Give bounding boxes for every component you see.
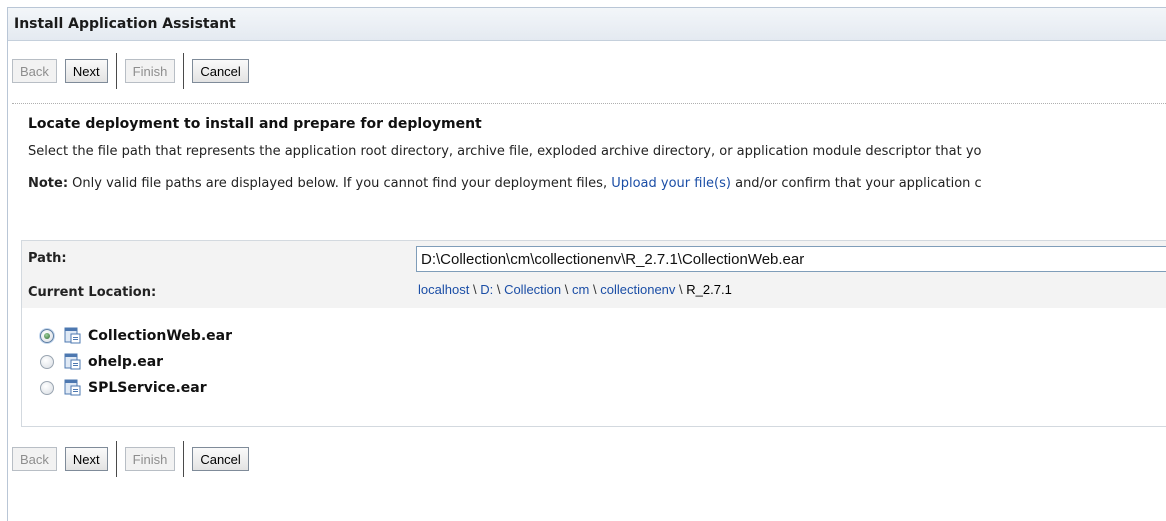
archive-file-icon: [64, 353, 81, 370]
file-name: ohelp.ear: [88, 354, 164, 370]
description-text: Select the file path that represents the…: [28, 144, 982, 159]
divider: [12, 103, 1166, 104]
finish-button[interactable]: Finish: [124, 59, 176, 83]
file-radio[interactable]: [40, 381, 54, 395]
cancel-button[interactable]: Cancel: [192, 447, 249, 471]
breadcrumb: localhost \ D: \ Collection \ cm \ colle…: [418, 282, 732, 297]
crumb-cm[interactable]: cm: [572, 282, 589, 297]
file-radio[interactable]: [40, 355, 54, 369]
note-text-after: and/or confirm that your application c: [730, 176, 982, 191]
section-heading: Locate deployment to install and prepare…: [28, 116, 482, 132]
list-item[interactable]: CollectionWeb.ear: [40, 323, 232, 349]
crumb-current: R_2.7.1: [686, 282, 732, 297]
current-location-row: Current Location: localhost \ D: \ Colle…: [22, 276, 1166, 308]
crumb-localhost[interactable]: localhost: [418, 282, 469, 297]
main-content: Locate deployment to install and prepare…: [28, 116, 1166, 191]
crumb-separator: \: [593, 282, 597, 297]
upload-files-link[interactable]: Upload your file(s): [611, 176, 731, 191]
crumb-separator: \: [496, 282, 501, 297]
crumb-collection[interactable]: Collection: [504, 282, 561, 297]
current-location-label: Current Location:: [28, 285, 157, 300]
page-title: Install Application Assistant: [8, 8, 1166, 41]
list-item[interactable]: ohelp.ear: [40, 349, 232, 375]
archive-file-icon: [64, 379, 81, 396]
bottom-button-row: Back Next Finish Cancel: [12, 441, 257, 477]
crumb-separator: \: [472, 282, 477, 297]
file-selection-panel: Path: Current Location: localhost \ D: \…: [21, 240, 1166, 427]
crumb-separator: \: [679, 282, 683, 297]
file-name: CollectionWeb.ear: [88, 328, 232, 344]
list-item[interactable]: SPLService.ear: [40, 375, 232, 401]
crumb-collectionenv[interactable]: collectionenv: [600, 282, 675, 297]
crumb-separator: \: [564, 282, 569, 297]
finish-button[interactable]: Finish: [124, 447, 176, 471]
archive-file-icon: [64, 327, 81, 344]
file-name: SPLService.ear: [88, 380, 207, 396]
next-button[interactable]: Next: [64, 59, 108, 83]
next-button[interactable]: Next: [64, 447, 108, 471]
file-list: CollectionWeb.ear ohelp.ear SPLService.e…: [40, 323, 232, 401]
note-text-before: Only valid file paths are displayed belo…: [68, 176, 612, 191]
button-separator: [115, 53, 117, 89]
button-separator: [183, 53, 185, 89]
path-input[interactable]: [416, 246, 1166, 272]
back-button[interactable]: Back: [12, 447, 57, 471]
file-radio[interactable]: [40, 329, 54, 343]
cancel-button[interactable]: Cancel: [192, 59, 249, 83]
button-separator: [115, 441, 117, 477]
top-button-row: Back Next Finish Cancel: [12, 53, 257, 89]
crumb-drive[interactable]: D:: [480, 282, 493, 297]
note-label: Note:: [28, 176, 69, 191]
path-row: Path:: [22, 241, 1166, 277]
note-text: Note: Only valid file paths are displaye…: [28, 176, 982, 191]
back-button[interactable]: Back: [12, 59, 57, 83]
button-separator: [183, 441, 185, 477]
path-label: Path:: [28, 251, 67, 266]
